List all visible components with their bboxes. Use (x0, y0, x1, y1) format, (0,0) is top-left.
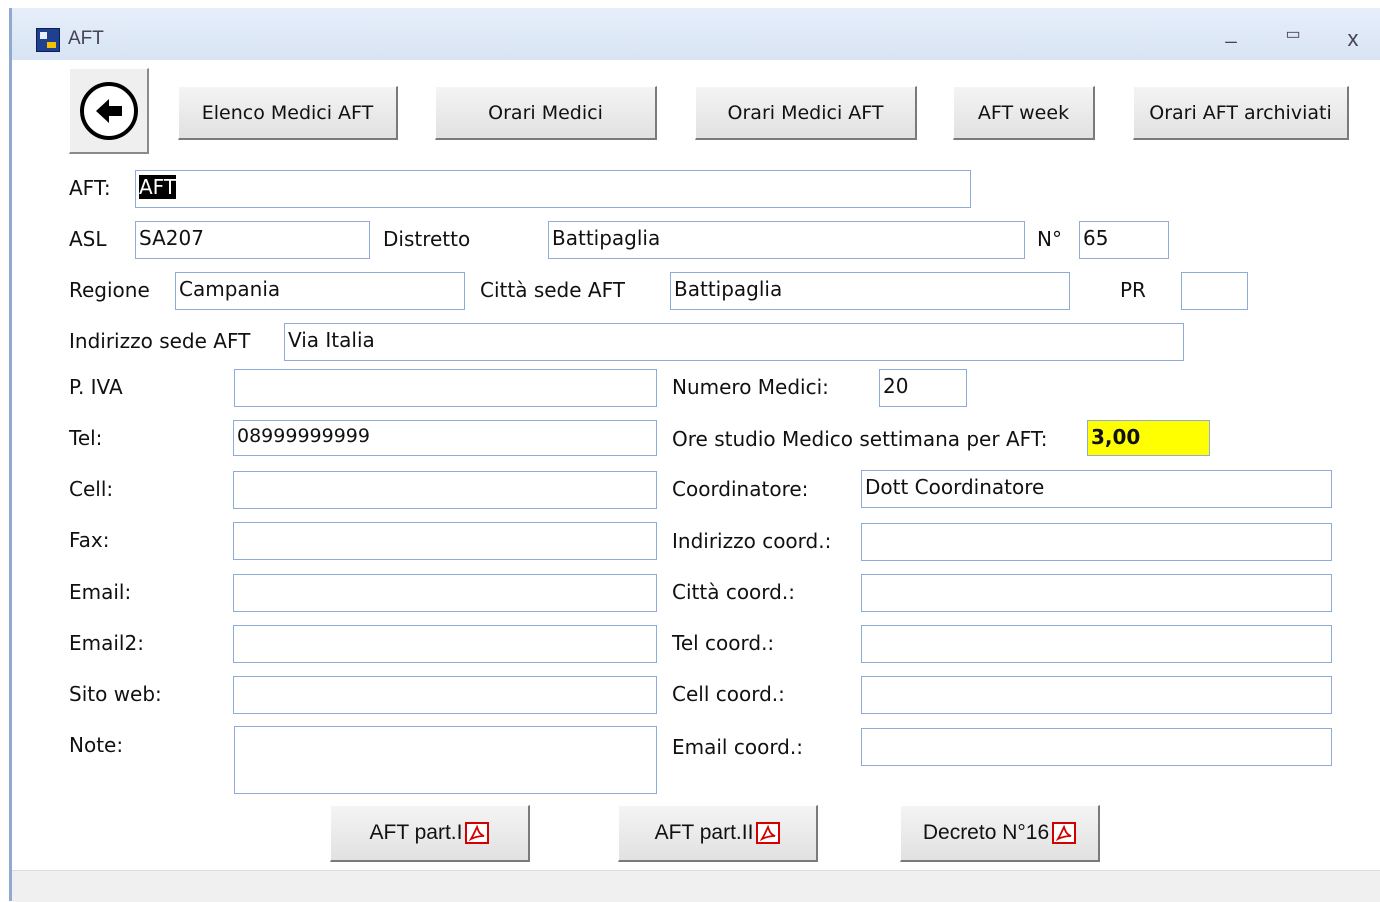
back-button[interactable] (69, 68, 149, 154)
indirizzo-coord-label: Indirizzo coord.: (672, 529, 832, 553)
note-field[interactable] (234, 726, 657, 794)
ore-studio-label: Ore studio Medico settimana per AFT: (672, 427, 1048, 451)
note-label: Note: (69, 733, 124, 757)
close-icon[interactable]: x (1338, 26, 1368, 52)
cell-field[interactable] (233, 471, 657, 509)
citta-sede-label: Città sede AFT (480, 278, 625, 302)
piva-label: P. IVA (69, 375, 123, 399)
aft-field[interactable]: AFT (135, 170, 971, 208)
numero-medici-field[interactable]: 20 (879, 369, 967, 407)
coordinatore-field[interactable]: Dott Coordinatore (861, 470, 1332, 508)
fax-label: Fax: (69, 528, 110, 552)
cell-coord-field[interactable] (861, 676, 1332, 714)
citta-coord-field[interactable] (861, 574, 1332, 612)
email-field[interactable] (233, 574, 657, 612)
ore-studio-field[interactable]: 3,00 (1087, 420, 1210, 456)
pdf-icon (1052, 822, 1077, 844)
indirizzo-sede-field[interactable]: Via Italia (284, 323, 1184, 361)
aft-part1-button[interactable]: AFT part.I (330, 805, 530, 862)
sito-web-label: Sito web: (69, 682, 162, 706)
email2-field[interactable] (233, 625, 657, 663)
piva-field[interactable] (234, 369, 657, 407)
citta-coord-label: Città coord.: (672, 580, 795, 604)
pdf-icon (465, 822, 490, 844)
aft-window: AFT _ ▭ x Elenco Medici AFT Orari Medici… (9, 8, 1380, 902)
orari-medici-aft-button[interactable]: Orari Medici AFT (695, 86, 917, 140)
fax-field[interactable] (233, 522, 657, 560)
indirizzo-sede-label: Indirizzo sede AFT (69, 329, 251, 353)
tel-label: Tel: (69, 426, 103, 450)
asl-label: ASL (69, 227, 107, 251)
aft-part1-label: AFT part.I (369, 821, 463, 844)
email-coord-field[interactable] (861, 728, 1332, 766)
maximize-icon[interactable]: ▭ (1278, 24, 1308, 44)
cell-label: Cell: (69, 477, 114, 501)
regione-label: Regione (69, 278, 150, 302)
tel-field[interactable]: 08999999999 (233, 420, 657, 456)
tel-coord-field[interactable] (861, 625, 1332, 663)
numero-label: N° (1037, 227, 1062, 251)
elenco-medici-aft-button[interactable]: Elenco Medici AFT (178, 86, 398, 140)
window-title: AFT (68, 28, 104, 49)
orari-medici-button[interactable]: Orari Medici (435, 86, 657, 140)
aft-week-button[interactable]: AFT week (953, 86, 1095, 140)
asl-field[interactable]: SA207 (135, 221, 370, 259)
numero-medici-label: Numero Medici: (672, 375, 829, 399)
citta-sede-field[interactable]: Battipaglia (670, 272, 1070, 310)
distretto-label: Distretto (383, 227, 471, 251)
decreto-button[interactable]: Decreto N°16 (900, 805, 1100, 862)
pr-field[interactable] (1181, 272, 1248, 310)
sito-web-field[interactable] (233, 676, 657, 714)
indirizzo-coord-field[interactable] (861, 523, 1332, 561)
decreto-label: Decreto N°16 (922, 821, 1050, 844)
numero-field[interactable]: 65 (1079, 221, 1169, 259)
pdf-icon (756, 822, 781, 844)
minimize-icon[interactable]: _ (1216, 22, 1246, 45)
email-coord-label: Email coord.: (672, 735, 803, 759)
aft-part2-label: AFT part.II (654, 821, 754, 844)
email2-label: Email2: (69, 631, 144, 655)
distretto-field[interactable]: Battipaglia (548, 221, 1025, 259)
app-icon (36, 28, 60, 52)
tel-coord-label: Tel coord.: (672, 631, 775, 655)
pr-label: PR (1120, 278, 1146, 302)
aft-label: AFT: (69, 176, 111, 200)
orari-aft-archiviati-button[interactable]: Orari AFT archiviati (1133, 86, 1349, 140)
cell-coord-label: Cell coord.: (672, 682, 785, 706)
aft-value: AFT (139, 175, 177, 199)
coordinatore-label: Coordinatore: (672, 477, 809, 501)
title-bar: AFT _ ▭ x (12, 8, 1380, 60)
status-bar (12, 870, 1380, 902)
regione-field[interactable]: Campania (175, 272, 465, 310)
email-label: Email: (69, 580, 132, 604)
back-arrow-icon (79, 81, 138, 140)
aft-part2-button[interactable]: AFT part.II (618, 805, 818, 862)
